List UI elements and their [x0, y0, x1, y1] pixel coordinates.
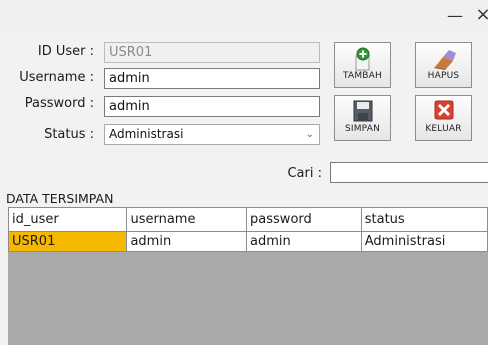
title-bar: — × [0, 0, 488, 32]
username-field[interactable]: admin [104, 68, 320, 89]
minimize-icon[interactable]: — [446, 6, 464, 25]
column-header-username[interactable]: username [126, 207, 248, 232]
hapus-button[interactable]: HAPUS [415, 42, 472, 88]
chevron-down-icon: ⌄ [305, 129, 314, 140]
hapus-label: HAPUS [427, 71, 460, 81]
keluar-button[interactable]: KELUAR [415, 95, 472, 141]
cell-status[interactable]: Administrasi [360, 231, 488, 252]
column-header-id-user[interactable]: id_user [8, 207, 128, 232]
simpan-button[interactable]: SIMPAN [334, 95, 391, 141]
password-field[interactable]: admin [104, 96, 320, 117]
data-grid[interactable]: id_user username password status USR01 a… [8, 207, 488, 345]
keluar-label: KELUAR [425, 124, 462, 134]
column-header-status[interactable]: status [360, 207, 488, 232]
id-user-label: ID User : [37, 44, 94, 59]
id-user-field: USR01 [104, 42, 320, 63]
exit-icon [434, 100, 453, 120]
table-row[interactable]: USR01 admin admin Administrasi [8, 231, 488, 252]
cell-username[interactable]: admin [126, 231, 248, 252]
username-label: Username : [19, 70, 94, 85]
cell-id-user[interactable]: USR01 [8, 231, 128, 252]
add-icon [355, 47, 369, 71]
table-title: DATA TERSIMPAN [6, 191, 114, 206]
app-window: — × ID User : Username : Password : Stat… [0, 0, 488, 345]
table-header-row: id_user username password status [8, 207, 488, 232]
status-select-value: Administrasi [109, 127, 184, 141]
column-header-password[interactable]: password [246, 207, 362, 232]
simpan-label: SIMPAN [344, 124, 381, 134]
search-label: Cari : [287, 166, 322, 181]
password-label: Password : [24, 96, 94, 111]
tambah-label: TAMBAH [342, 71, 383, 81]
cell-password[interactable]: admin [246, 231, 362, 252]
data-table: id_user username password status USR01 a… [8, 207, 488, 252]
search-input[interactable] [330, 162, 488, 183]
tambah-button[interactable]: TAMBAH [334, 42, 391, 88]
eraser-icon [433, 50, 456, 70]
status-label: Status : [44, 127, 94, 142]
close-icon[interactable]: × [474, 4, 488, 25]
status-select[interactable]: Administrasi ⌄ [104, 124, 320, 145]
save-icon [353, 100, 372, 122]
